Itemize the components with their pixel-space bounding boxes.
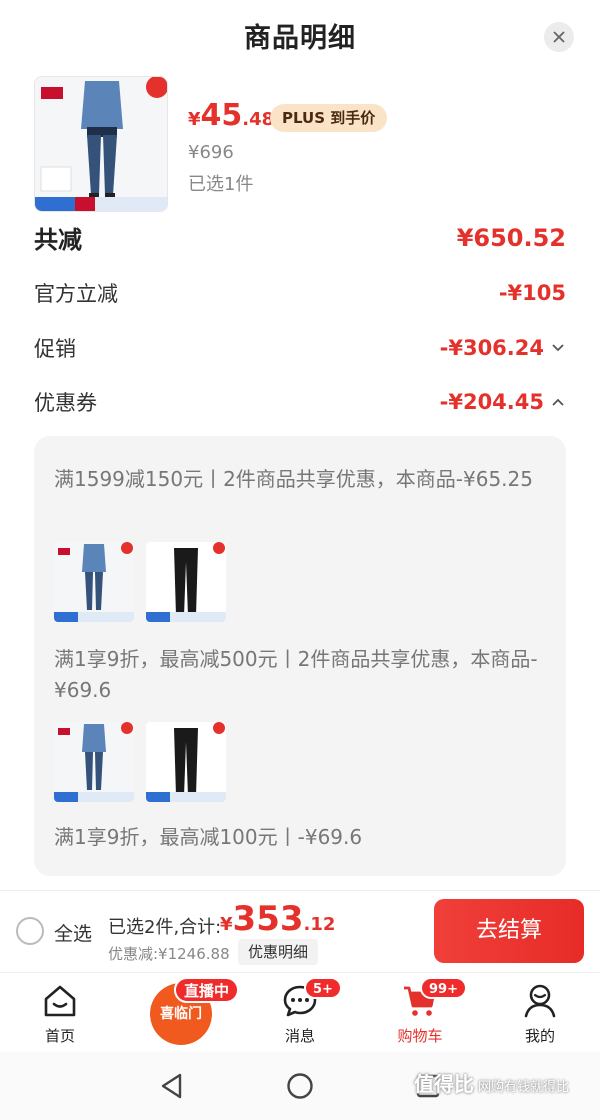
- tab-me[interactable]: 我的: [480, 973, 600, 1053]
- cart-badge: 99+: [420, 977, 467, 999]
- tab-cart[interactable]: 99+ 购物车: [360, 973, 480, 1053]
- checkout-button[interactable]: 去结算: [434, 899, 584, 963]
- tab-cart-label: 购物车: [397, 1027, 443, 1045]
- tab-messages-label: 消息: [284, 1027, 315, 1045]
- total-discount-row: 共减 ¥650.52: [34, 220, 566, 255]
- current-price: ¥45.48: [188, 98, 275, 133]
- home-circle-icon[interactable]: [286, 1072, 314, 1100]
- close-icon: [553, 31, 565, 43]
- coupon-items: [54, 542, 226, 622]
- levis-logo-icon: [41, 87, 63, 99]
- tab-live[interactable]: 喜临门 直播中: [120, 973, 240, 1053]
- messages-badge: 5+: [304, 977, 342, 999]
- coupon-detail-box: 满1599减150元丨2件商品共享优惠，本商品-¥65.25 满1享9折，最高减…: [34, 436, 566, 876]
- bottom-tab-bar: 首页 喜临门 直播中 5+ 消息 99+ 购物车 我的: [0, 972, 600, 1052]
- live-badge: 直播中: [174, 977, 240, 1003]
- coupon-value: -¥204.45: [440, 390, 566, 414]
- official-discount-label: 官方立减: [34, 282, 118, 306]
- product-detail-sheet: 商品明细 ¥45.48 PLUS 到手价 ¥696 已选1件 共减 ¥650.5…: [0, 0, 600, 890]
- total-discount-label: 共减: [34, 226, 82, 254]
- home-icon: [44, 985, 76, 1017]
- coupon-desc: 满1享9折，最高减100元丨-¥69.6: [54, 825, 363, 849]
- checkout-bar: 全选 已选2件,合计: ¥353.12 优惠减:¥1246.88 优惠明细 去结…: [0, 890, 600, 972]
- product-image[interactable]: [34, 76, 168, 212]
- sheet-title: 商品明细: [244, 23, 356, 54]
- coupon-label: 优惠券: [34, 391, 97, 415]
- product-summary: ¥45.48 PLUS 到手价 ¥696 已选1件: [34, 74, 574, 214]
- plus-price-tag: PLUS 到手价: [270, 104, 388, 132]
- watermark: 值得比 网购有钱就得比: [414, 1072, 570, 1096]
- total-price: ¥353.12: [220, 899, 336, 939]
- coupon-desc: 满1599减150元丨2件商品共享优惠，本商品-¥65.25: [54, 467, 533, 491]
- promotion-value: -¥306.24: [440, 336, 566, 360]
- official-discount-row: 官方立减 -¥105: [34, 278, 566, 308]
- coupon-row[interactable]: 优惠券 -¥204.45: [34, 387, 566, 417]
- chevron-up-icon: [552, 398, 564, 406]
- blue-jeans-illustration: [54, 542, 134, 622]
- select-all-label[interactable]: 全选: [54, 919, 92, 946]
- tab-me-label: 我的: [524, 1027, 555, 1045]
- selected-info: 已选2件,合计:: [108, 917, 222, 938]
- selected-count: 已选1件: [188, 174, 254, 195]
- tab-messages[interactable]: 5+ 消息: [240, 973, 360, 1053]
- tab-home-label: 首页: [44, 1027, 75, 1045]
- chevron-down-icon: [552, 344, 564, 352]
- back-triangle-icon[interactable]: [158, 1072, 186, 1100]
- total-discount-value: ¥650.52: [456, 223, 566, 252]
- coupon-items: [54, 722, 226, 802]
- profile-icon: [524, 984, 556, 1018]
- original-price: ¥696: [188, 142, 234, 163]
- promotion-row[interactable]: 促销 -¥306.24: [34, 333, 566, 363]
- select-all-checkbox[interactable]: [16, 917, 44, 945]
- close-button[interactable]: [544, 22, 574, 52]
- item-thumb-black-jeans[interactable]: [146, 722, 226, 802]
- discount-detail-button[interactable]: 优惠明细: [238, 939, 319, 965]
- discount-amount: 优惠减:¥1246.88: [108, 945, 230, 963]
- official-discount-value: -¥105: [498, 281, 566, 305]
- black-jeans-illustration: [146, 722, 226, 802]
- blue-jeans-illustration: [54, 722, 134, 802]
- promotion-label: 促销: [34, 337, 76, 361]
- sheet-header: 商品明细: [0, 0, 600, 74]
- tab-home[interactable]: 首页: [0, 973, 120, 1053]
- black-jeans-illustration: [146, 542, 226, 622]
- item-thumb-blue-jeans[interactable]: [54, 542, 134, 622]
- coupon-desc: 满1享9折，最高减500元丨2件商品共享优惠，本商品-¥69.6: [54, 647, 538, 702]
- jeans-model-illustration: [35, 77, 167, 211]
- item-thumb-blue-jeans[interactable]: [54, 722, 134, 802]
- item-thumb-black-jeans[interactable]: [146, 542, 226, 622]
